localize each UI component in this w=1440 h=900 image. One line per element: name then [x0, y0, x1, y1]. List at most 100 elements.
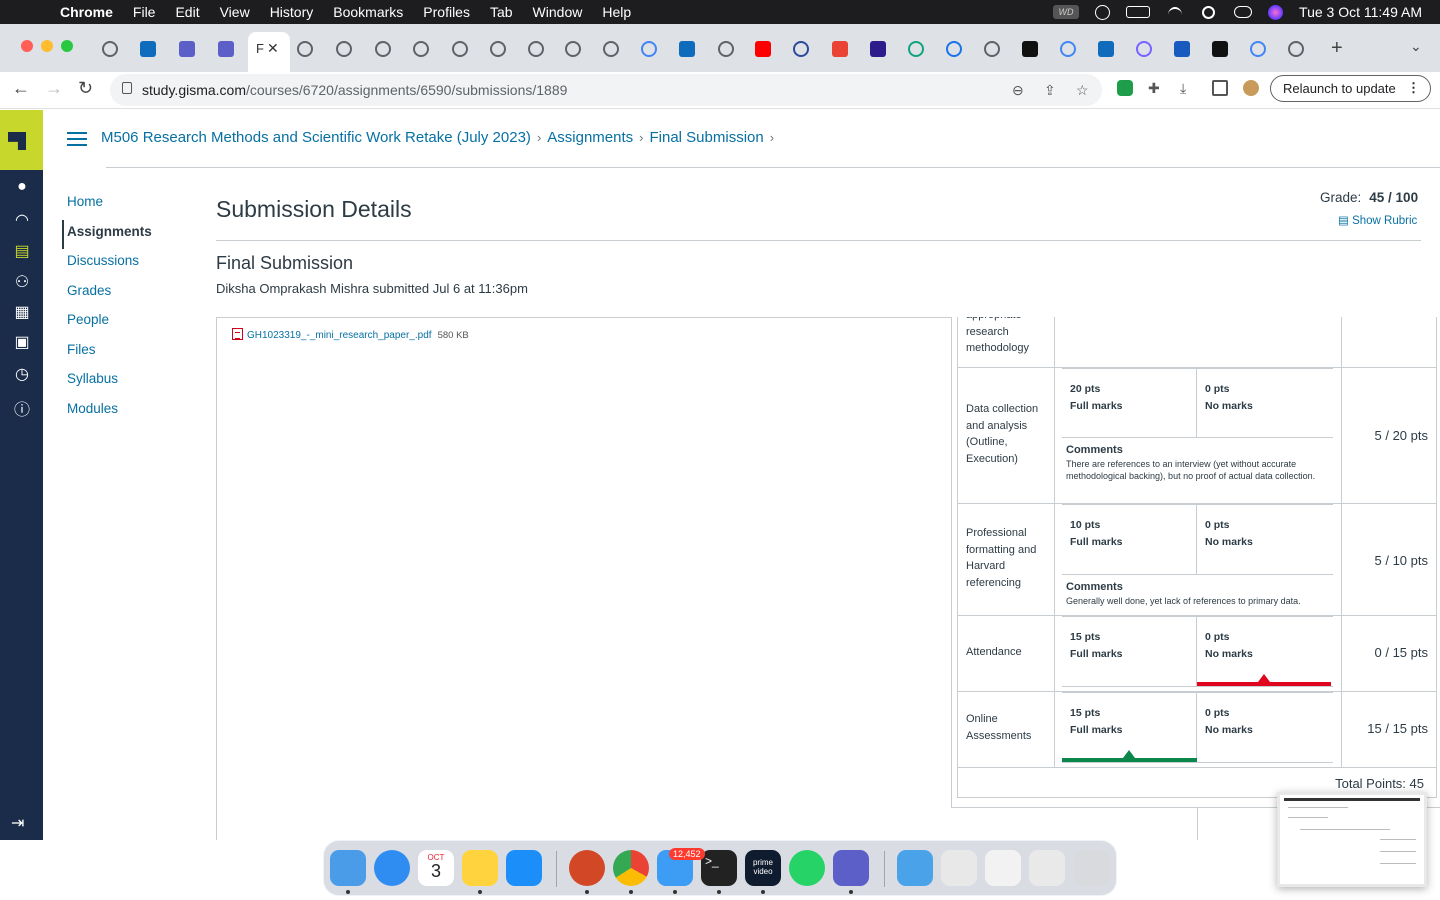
finder-icon[interactable]: [330, 850, 366, 886]
menu-view[interactable]: View: [220, 4, 250, 20]
screenshot-thumbnail[interactable]: [1277, 792, 1427, 887]
file-name-link[interactable]: GH1023319_-_mini_research_paper_.pdf: [247, 330, 432, 341]
tab-chrome-icon[interactable]: [603, 41, 619, 57]
tab-outlook-icon[interactable]: [679, 41, 695, 57]
bookmark-star-icon[interactable]: ☆: [1076, 82, 1089, 99]
tab-studocu-icon[interactable]: [1212, 41, 1228, 57]
collapse-nav-icon[interactable]: ⇥: [11, 813, 24, 833]
recent-window-icon[interactable]: [1029, 850, 1065, 886]
battery-icon[interactable]: [1126, 6, 1151, 18]
zoom-icon[interactable]: ⊖: [1012, 82, 1024, 99]
tab-chrome-icon[interactable]: [718, 41, 734, 57]
control-center-icon[interactable]: [1234, 6, 1253, 18]
tab-youtube-icon[interactable]: [755, 41, 771, 57]
recent-window-icon[interactable]: [941, 850, 977, 886]
close-tab-icon[interactable]: ✕: [267, 40, 279, 57]
breadcrumb-course[interactable]: M506 Research Methods and Scientific Wor…: [101, 129, 531, 146]
course-nav-discussions[interactable]: Discussions: [62, 249, 202, 279]
tab-copilot-icon[interactable]: [1136, 41, 1152, 57]
new-tab-icon[interactable]: +: [1331, 37, 1343, 60]
siri-icon[interactable]: [1268, 4, 1284, 20]
rating-full-marks[interactable]: 10 pts Full marks: [1062, 505, 1197, 574]
extensions-puzzle-icon[interactable]: ✚: [1148, 80, 1164, 96]
account-icon[interactable]: ●: [11, 178, 33, 198]
downloads-folder-icon[interactable]: [897, 850, 933, 886]
course-nav-modules[interactable]: Modules: [62, 397, 202, 427]
rating-no-marks[interactable]: 0 pts No marks: [1197, 369, 1333, 437]
menu-file[interactable]: File: [133, 4, 156, 20]
tab-chrome-icon[interactable]: [413, 41, 429, 57]
prime-video-icon[interactable]: prime video: [745, 850, 781, 886]
zoom-window-button[interactable]: [61, 40, 73, 52]
course-nav-syllabus[interactable]: Syllabus: [62, 367, 202, 397]
course-nav-grades[interactable]: Grades: [62, 279, 202, 309]
url-text[interactable]: study.gisma.com/courses/6720/assignments…: [142, 82, 567, 98]
teams-icon[interactable]: [833, 850, 869, 886]
share-icon[interactable]: ⇪: [1044, 82, 1056, 99]
download-icon[interactable]: ⤓: [1180, 80, 1196, 96]
help-icon[interactable]: ⓘ: [11, 396, 33, 419]
menu-help[interactable]: Help: [602, 4, 631, 20]
relaunch-to-update-button[interactable]: Relaunch to update ⋮: [1270, 75, 1431, 102]
rating-full-marks-selected[interactable]: 15 pts Full marks: [1062, 693, 1197, 762]
tab-grammarly-icon[interactable]: [1022, 41, 1038, 57]
tab-chrome-icon[interactable]: [452, 41, 468, 57]
menu-window[interactable]: Window: [533, 4, 583, 20]
active-tab[interactable]: F ✕: [248, 32, 290, 72]
course-nav-assignments[interactable]: Assignments: [62, 219, 202, 249]
tab-chatgpt-icon[interactable]: [908, 41, 924, 57]
inbox-icon[interactable]: ▣: [11, 332, 33, 352]
trash-icon[interactable]: [1074, 850, 1110, 886]
tab-teams-icon[interactable]: [218, 41, 234, 57]
forward-arrow-icon[interactable]: →: [45, 78, 63, 99]
tab-chrome-icon[interactable]: [565, 41, 581, 57]
wd-drive-icon[interactable]: WD: [1053, 5, 1080, 19]
tab-search-chevron-icon[interactable]: ⌄: [1410, 38, 1422, 55]
more-menu-icon[interactable]: ⋮: [1407, 80, 1420, 96]
reload-icon[interactable]: ↻: [78, 78, 93, 99]
terminal-icon[interactable]: >_: [701, 850, 737, 886]
whatsapp-icon[interactable]: [789, 850, 825, 886]
course-nav-home[interactable]: Home: [62, 190, 202, 220]
spotlight-search-icon[interactable]: [1200, 5, 1218, 19]
course-nav-files[interactable]: Files: [62, 338, 202, 368]
menubar-clock[interactable]: Tue 3 Oct 11:49 AM: [1299, 4, 1422, 20]
address-bar[interactable]: study.gisma.com/courses/6720/assignments…: [110, 74, 1102, 106]
tab-chrome-icon[interactable]: [102, 41, 118, 57]
menu-history[interactable]: History: [270, 4, 314, 20]
side-panel-icon[interactable]: [1212, 80, 1228, 96]
back-arrow-icon[interactable]: ←: [12, 78, 30, 99]
tab-history-icon[interactable]: [946, 41, 962, 57]
rating-no-marks-selected[interactable]: 0 pts No marks: [1197, 617, 1333, 686]
dashboard-icon[interactable]: ◠: [11, 210, 33, 230]
tab-chrome-icon[interactable]: [490, 41, 506, 57]
tab-chrome-icon[interactable]: [1288, 41, 1304, 57]
calendar-app-icon[interactable]: OCT 3: [418, 850, 454, 886]
breadcrumb-final-submission[interactable]: Final Submission: [650, 129, 764, 146]
tab-ets-icon[interactable]: [793, 41, 809, 57]
menu-tab[interactable]: Tab: [490, 4, 513, 20]
tab-t-icon[interactable]: [870, 41, 886, 57]
tab-chrome-icon[interactable]: [336, 41, 352, 57]
close-window-button[interactable]: [21, 40, 33, 52]
tab-chrome-icon[interactable]: [528, 41, 544, 57]
safari-icon[interactable]: [374, 850, 410, 886]
chrome-icon[interactable]: [613, 850, 649, 886]
shield-extension-icon[interactable]: [1117, 80, 1133, 96]
profile-avatar[interactable]: [1243, 80, 1259, 96]
gisma-logo[interactable]: [0, 110, 43, 170]
courses-icon[interactable]: ▤: [11, 241, 33, 261]
tab-chrome-icon[interactable]: [375, 41, 391, 57]
tab-gmail-icon[interactable]: [832, 41, 848, 57]
tab-google-icon[interactable]: [1250, 41, 1266, 57]
rating-no-marks[interactable]: 0 pts No marks: [1197, 505, 1333, 574]
rating-no-marks[interactable]: 0 pts No marks: [1197, 693, 1333, 762]
course-nav-people[interactable]: People: [62, 308, 202, 338]
minimize-window-button[interactable]: [41, 40, 53, 52]
menu-edit[interactable]: Edit: [175, 4, 199, 20]
tab-teams-icon[interactable]: [179, 41, 195, 57]
menu-profiles[interactable]: Profiles: [423, 4, 470, 20]
rating-full-marks[interactable]: 20 pts Full marks: [1062, 369, 1197, 437]
app-store-icon[interactable]: [506, 850, 542, 886]
tab-word-icon[interactable]: [1174, 41, 1190, 57]
